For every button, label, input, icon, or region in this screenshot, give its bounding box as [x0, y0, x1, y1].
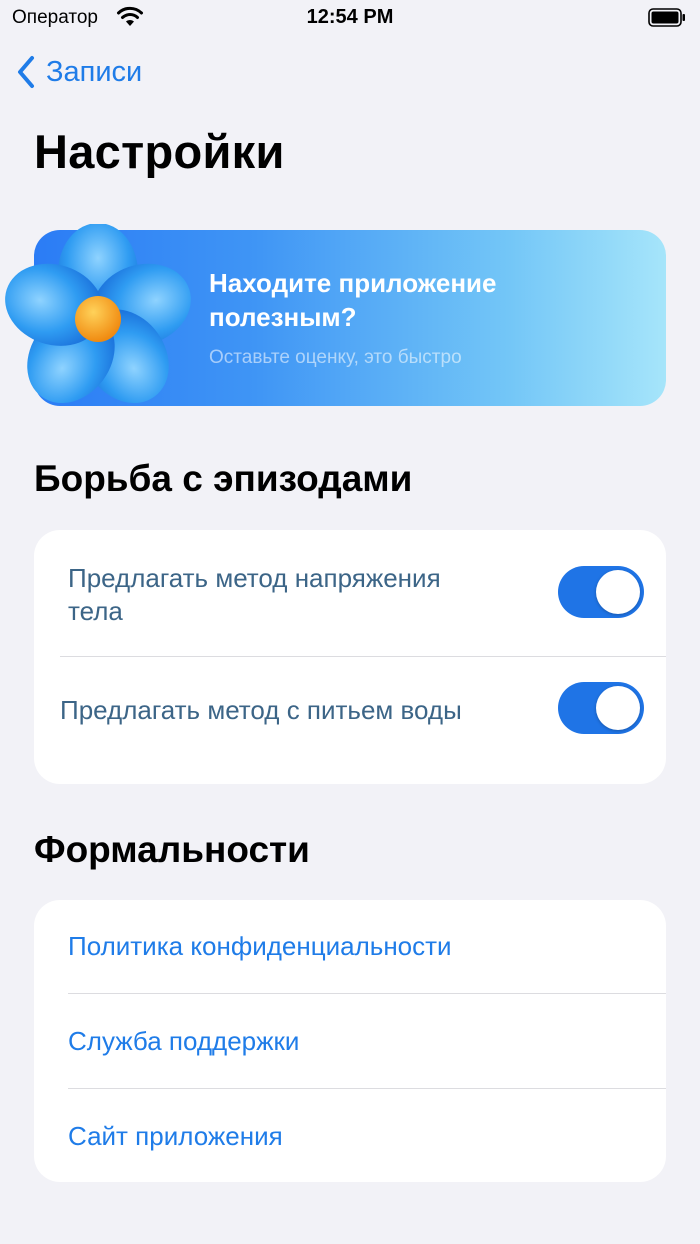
formalities-card: Политика конфиденциальности Служба подде…: [34, 900, 666, 1182]
back-button-label: Записи: [46, 55, 143, 88]
status-time: 12:54 PM: [306, 6, 394, 28]
drink-water-toggle[interactable]: [558, 682, 644, 734]
row-divider: [68, 1088, 666, 1089]
rate-app-title: Находите приложение полезным?: [209, 268, 497, 332]
row-divider: [68, 993, 666, 994]
row-divider: [60, 656, 666, 657]
rate-app-subtitle: Оставьте оценку, это быстро: [209, 347, 462, 368]
toggle-knob: [596, 686, 640, 730]
flower-icon: [0, 223, 202, 414]
section-title-formalities: Формальности: [34, 829, 310, 870]
privacy-policy-link[interactable]: Политика конфиденциальности: [68, 931, 452, 962]
drink-water-label: Предлагать метод с питьем воды: [60, 695, 462, 725]
section-title-episodes: Борьба с эпизодами: [34, 458, 413, 499]
toggle-knob: [596, 570, 640, 614]
support-link[interactable]: Служба поддержки: [68, 1026, 299, 1057]
status-bar: Оператор 12:54 PM: [0, 0, 700, 36]
app-website-link[interactable]: Сайт приложения: [68, 1121, 283, 1152]
chevron-left-icon: [16, 55, 36, 89]
back-button[interactable]: Записи: [16, 52, 142, 92]
battery-icon: [648, 8, 686, 27]
page-title: Настройки: [34, 125, 285, 178]
body-tension-toggle[interactable]: [558, 566, 644, 618]
episodes-settings-card: Предлагать метод напряжения тела Предлаг…: [34, 530, 666, 784]
body-tension-label: Предлагать метод напряжения тела: [68, 563, 441, 626]
